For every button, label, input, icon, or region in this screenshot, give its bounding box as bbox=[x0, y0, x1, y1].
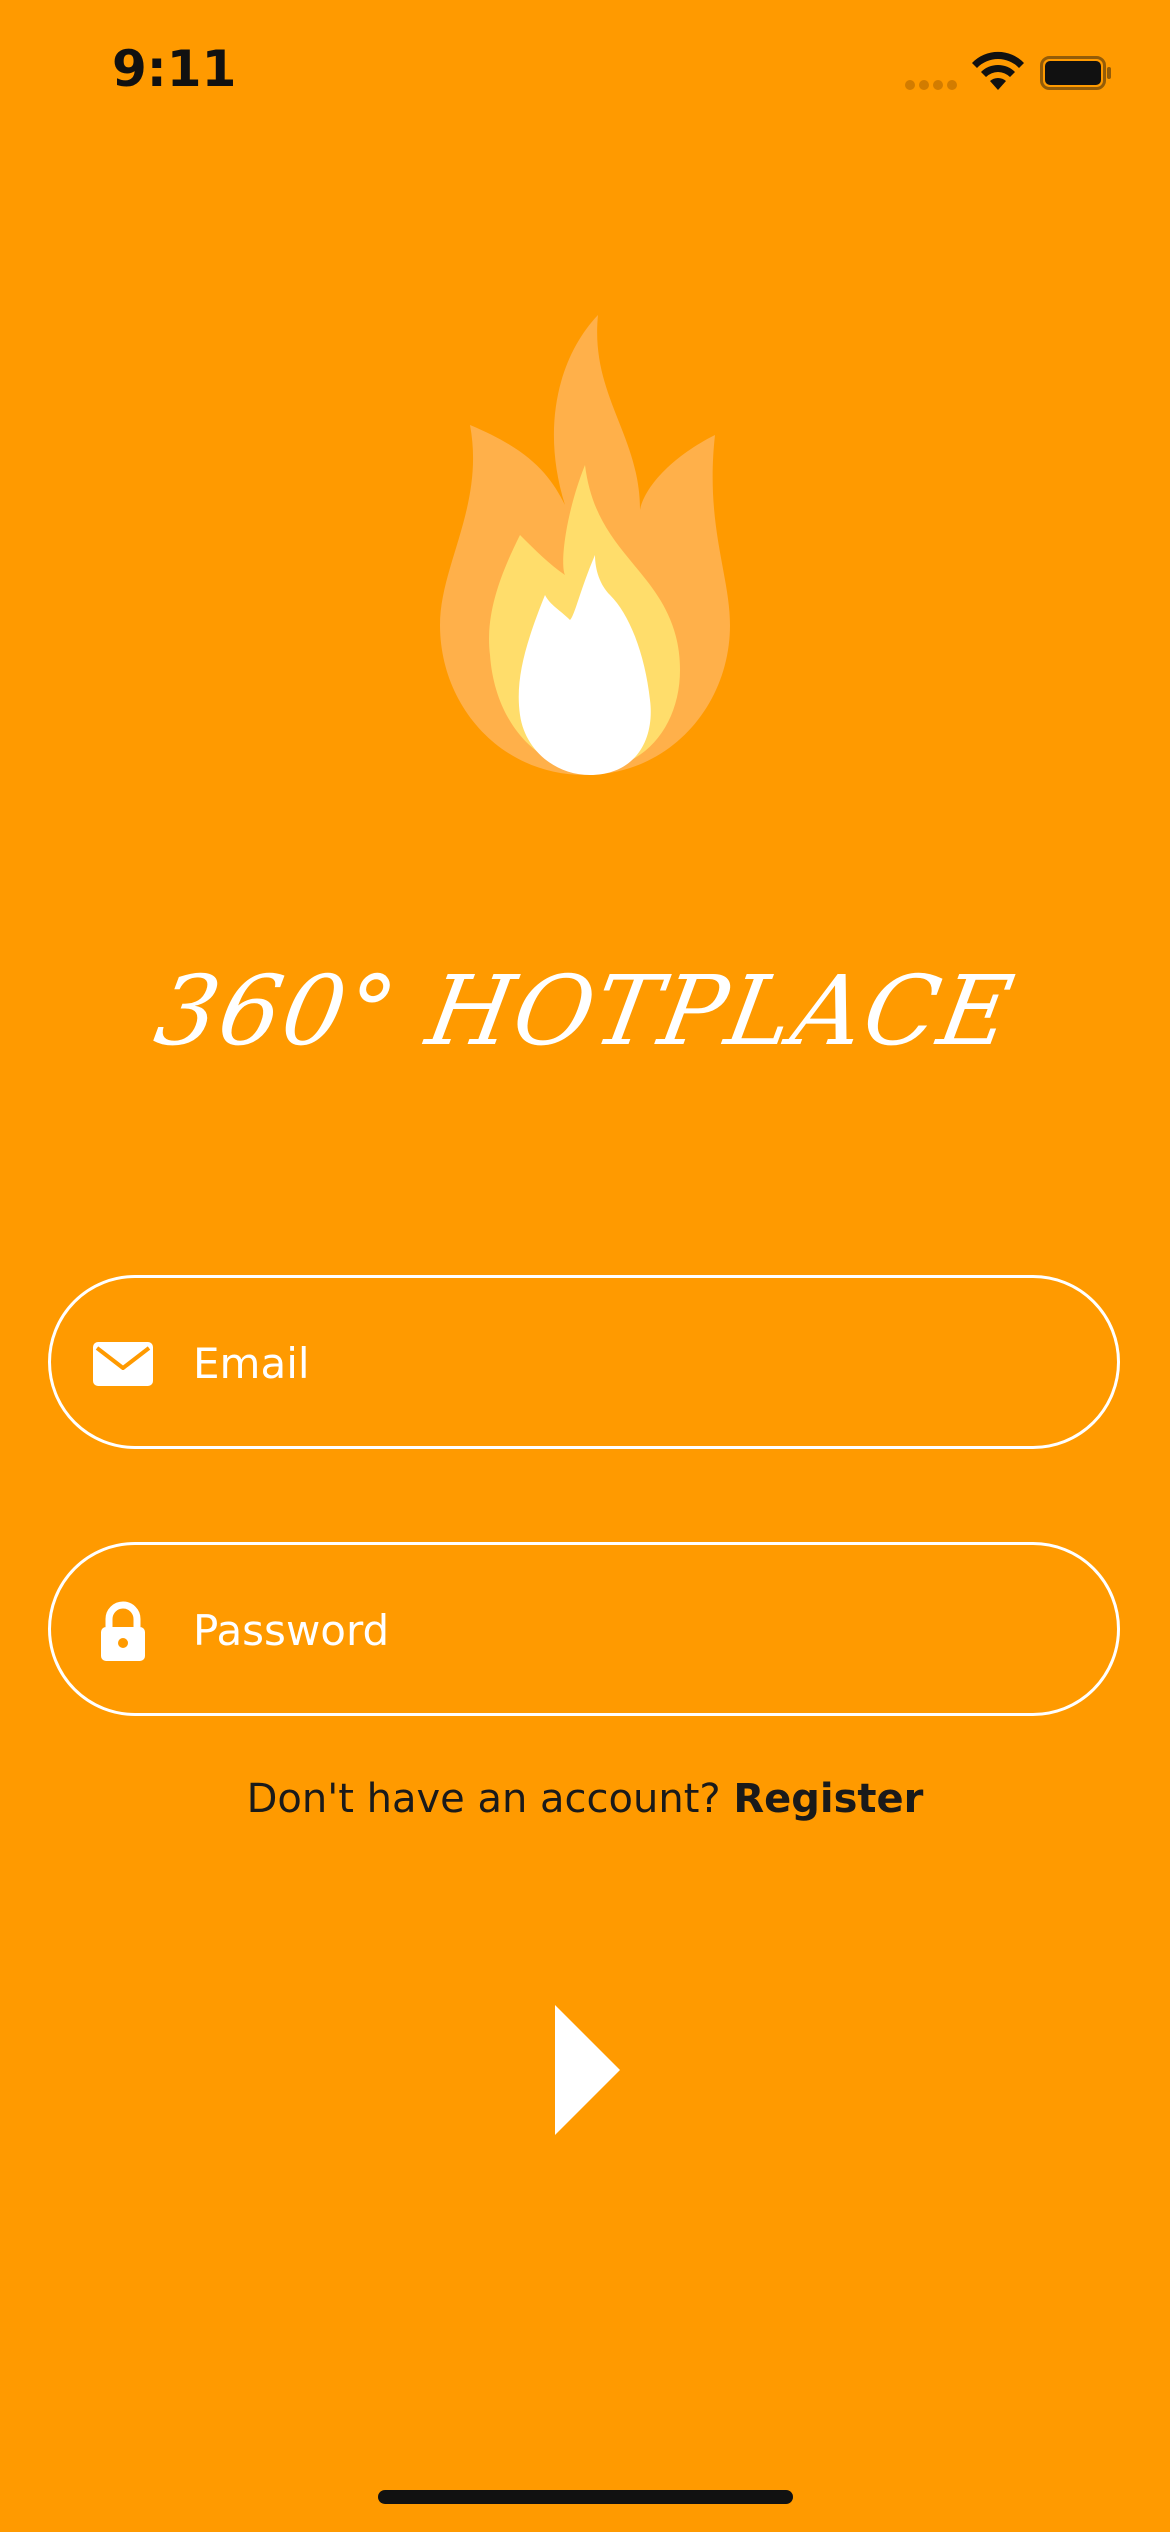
password-input[interactable] bbox=[193, 1585, 1073, 1675]
envelope-icon bbox=[93, 1342, 153, 1386]
brand-title: 360° HOTPLACE bbox=[147, 955, 1023, 1067]
register-link[interactable]: Register bbox=[733, 1776, 923, 1822]
email-input[interactable] bbox=[193, 1318, 1073, 1408]
password-field[interactable] bbox=[48, 1542, 1120, 1716]
battery-icon bbox=[1040, 56, 1111, 90]
signal-icon bbox=[905, 80, 957, 90]
play-triangle-icon[interactable] bbox=[545, 2000, 625, 2140]
flame-icon bbox=[440, 315, 730, 775]
register-prompt-text: Don't have an account? bbox=[246, 1776, 734, 1822]
status-time: 9:11 bbox=[112, 40, 237, 98]
email-field[interactable] bbox=[48, 1275, 1120, 1449]
home-indicator bbox=[378, 2490, 793, 2504]
lock-icon bbox=[101, 1601, 145, 1661]
register-prompt: Don't have an account? Register bbox=[0, 1776, 1170, 1822]
wifi-icon bbox=[972, 51, 1024, 90]
